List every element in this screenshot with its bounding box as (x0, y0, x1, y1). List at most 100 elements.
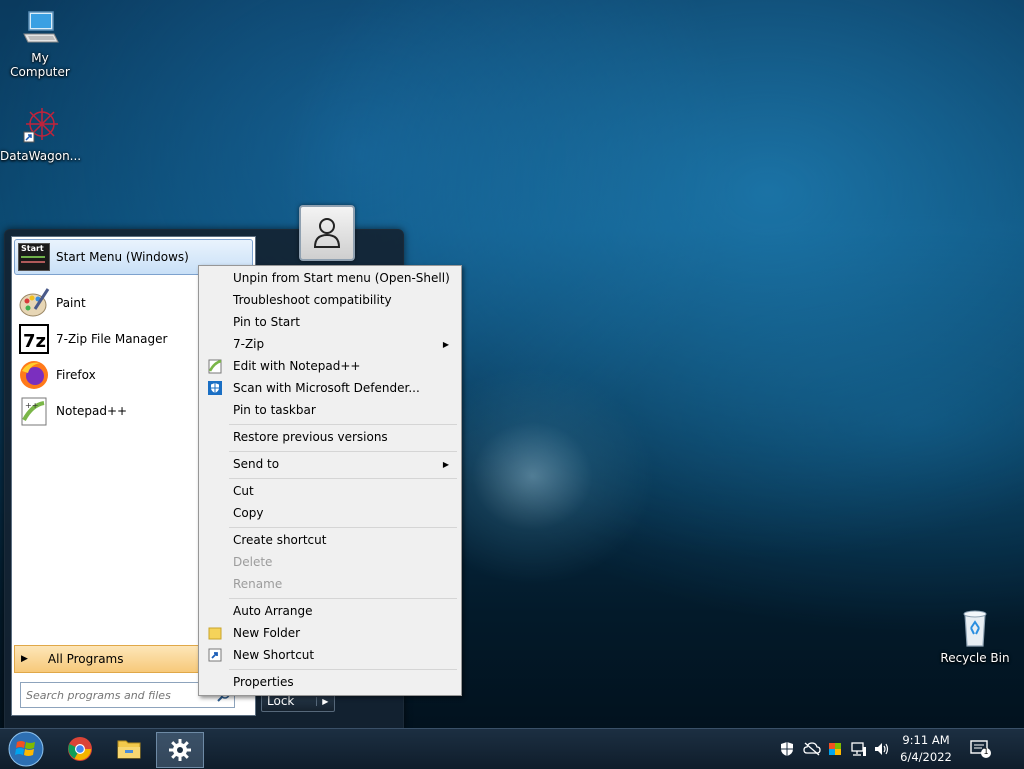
firefox-icon (18, 359, 50, 391)
gear-icon (169, 739, 191, 761)
desktop-icon-label: DataWagon... (0, 149, 82, 163)
recycle-bin-icon (955, 608, 995, 648)
folder-icon (117, 740, 141, 759)
program-item-7zip[interactable]: 7z 7-Zip File Manager (12, 322, 202, 356)
menu-item-label: Scan with Microsoft Defender... (233, 381, 420, 395)
menu-item-label: Restore previous versions (233, 430, 388, 444)
menu-item-label: Delete (233, 555, 273, 569)
menu-item-label: New Folder (233, 626, 301, 640)
menu-item-label: Create shortcut (233, 533, 327, 547)
program-item-label: Firefox (56, 368, 96, 382)
menu-item-label: Auto Arrange (233, 604, 313, 618)
paint-icon (18, 287, 50, 319)
start-button[interactable] (4, 731, 48, 767)
program-item-label: 7-Zip File Manager (56, 332, 168, 346)
defender-shield-icon (207, 380, 223, 396)
user-icon (313, 218, 341, 248)
volume-icon[interactable] (874, 741, 890, 757)
taskbar: 9:11 AM 6/4/2022 1 (0, 728, 1024, 769)
menu-item-restore-versions[interactable]: Restore previous versions (201, 426, 459, 448)
taskbar-chrome[interactable] (57, 732, 103, 766)
user-picture[interactable] (299, 205, 355, 261)
menu-item-cut[interactable]: Cut (201, 480, 459, 502)
submenu-arrow-icon: ▶ (442, 459, 449, 469)
menu-item-edit-notepadpp[interactable]: Edit with Notepad++ (201, 355, 459, 377)
triangle-right-icon: ▶ (21, 654, 28, 664)
menu-separator (229, 527, 457, 528)
notification-count-badge: 1 (983, 747, 989, 756)
taskbar-file-explorer[interactable] (106, 732, 152, 766)
notepadpp-icon (207, 358, 223, 374)
desktop-icon-recycle-bin[interactable]: Recycle Bin (935, 608, 1015, 665)
menu-item-label: Troubleshoot compatibility (233, 293, 392, 307)
menu-item-label: Cut (233, 484, 254, 498)
clock-date: 6/4/2022 (900, 750, 952, 764)
menu-item-label: Properties (233, 675, 294, 689)
start-badge-text: Start (21, 244, 44, 253)
menu-item-label: 7-Zip (233, 337, 265, 351)
submenu-arrow-icon: ▶ (442, 339, 449, 349)
notepadpp-icon: ++ (18, 395, 50, 427)
svg-text:++: ++ (25, 401, 38, 410)
lock-button-label: Lock (267, 694, 295, 708)
menu-item-label: Pin to Start (233, 315, 300, 329)
7zip-icon: 7z (18, 323, 50, 355)
clock-time: 9:11 AM (902, 733, 950, 747)
lock-options-arrow-icon[interactable]: ▶ (315, 696, 334, 706)
notification-center-icon[interactable]: 1 (970, 739, 992, 759)
program-item-firefox[interactable]: Firefox (12, 358, 202, 392)
all-programs-button[interactable]: ▶ All Programs (14, 645, 204, 673)
security-shield-icon[interactable] (779, 741, 795, 757)
all-programs-label: All Programs (47, 652, 124, 666)
desktop-icon-label: Recycle Bin (940, 651, 1010, 665)
menu-item-label: Rename (233, 577, 283, 591)
menu-item-delete: Delete (201, 551, 459, 573)
menu-separator (229, 478, 457, 479)
menu-item-label: New Shortcut (233, 648, 315, 662)
menu-item-rename: Rename (201, 573, 459, 595)
folder-icon (207, 625, 223, 641)
menu-item-pin-start[interactable]: Pin to Start (201, 311, 459, 333)
program-item-label: Paint (56, 296, 86, 310)
system-clock[interactable]: 9:11 AM 6/4/2022 (893, 732, 959, 766)
menu-separator (229, 451, 457, 452)
menu-separator (229, 424, 457, 425)
desktop-icon-datawagon[interactable]: DataWagon... (0, 106, 82, 163)
search-input[interactable] (21, 687, 214, 703)
menu-separator (229, 669, 457, 670)
menu-item-new-folder[interactable]: New Folder (201, 622, 459, 644)
flag-icon[interactable] (827, 741, 843, 757)
chrome-icon (68, 737, 92, 761)
menu-item-label: Send to (233, 457, 280, 471)
start-menu-header-label: Start Menu (Windows) (56, 250, 189, 264)
desktop-icon-label: My Computer (10, 51, 70, 79)
menu-item-unpin-start[interactable]: Unpin from Start menu (Open-Shell) (201, 267, 459, 289)
menu-item-pin-taskbar[interactable]: Pin to taskbar (201, 399, 459, 421)
menu-item-copy[interactable]: Copy (201, 502, 459, 524)
program-item-label: Notepad++ (56, 404, 128, 418)
program-item-paint[interactable]: Paint (12, 286, 202, 320)
datawagon-icon (20, 106, 60, 146)
menu-item-create-shortcut[interactable]: Create shortcut (201, 529, 459, 551)
menu-item-send-to[interactable]: Send to ▶ (201, 453, 459, 475)
menu-item-properties[interactable]: Properties (201, 671, 459, 693)
desktop-icon-my-computer[interactable]: My Computer (0, 8, 80, 79)
menu-item-label: Unpin from Start menu (Open-Shell) (233, 271, 450, 285)
computer-icon (20, 8, 60, 48)
menu-item-scan-defender[interactable]: Scan with Microsoft Defender... (201, 377, 459, 399)
start-menu-icon: Start (18, 243, 50, 271)
menu-item-label: Copy (233, 506, 264, 520)
svg-text:7z: 7z (23, 331, 46, 352)
shortcut-icon (207, 647, 223, 663)
context-menu: Unpin from Start menu (Open-Shell) Troub… (198, 265, 462, 696)
windows-orb-icon (8, 731, 44, 767)
cloud-offline-icon[interactable] (803, 741, 821, 757)
taskbar-settings[interactable] (156, 732, 204, 768)
menu-item-7zip[interactable]: 7-Zip ▶ (201, 333, 459, 355)
menu-item-troubleshoot[interactable]: Troubleshoot compatibility (201, 289, 459, 311)
menu-item-auto-arrange[interactable]: Auto Arrange (201, 600, 459, 622)
menu-item-new-shortcut[interactable]: New Shortcut (201, 644, 459, 666)
menu-item-label: Edit with Notepad++ (233, 359, 361, 373)
network-icon[interactable] (851, 741, 867, 757)
program-item-notepadpp[interactable]: ++ Notepad++ (12, 394, 202, 428)
